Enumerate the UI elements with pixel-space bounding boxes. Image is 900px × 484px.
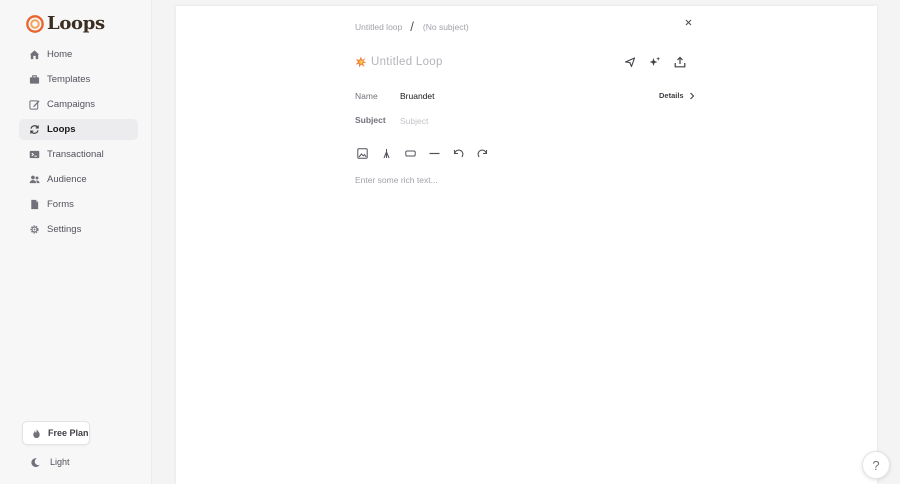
refresh-icon bbox=[28, 124, 40, 136]
collision-emoji-icon bbox=[355, 56, 367, 68]
sidebar-item-label: Transactional bbox=[47, 149, 104, 160]
button-icon bbox=[405, 150, 416, 157]
details-button[interactable]: Details bbox=[659, 91, 695, 100]
subject-label: Subject bbox=[355, 115, 386, 125]
sidebar-item-templates[interactable]: Templates bbox=[19, 69, 138, 90]
export-button[interactable] bbox=[674, 56, 686, 68]
loop-editor-panel: Untitled loop / (No subject) Untitled Lo… bbox=[176, 6, 877, 484]
sidebar-item-home[interactable]: Home bbox=[19, 44, 138, 65]
breadcrumb-separator: / bbox=[410, 19, 414, 34]
sidebar-item-loops[interactable]: Loops bbox=[19, 119, 138, 140]
sparkles-icon bbox=[649, 56, 661, 66]
sidebar: Loops Home Templates Campaigns Loops Tra… bbox=[0, 0, 152, 484]
insert-divider-button[interactable] bbox=[429, 148, 440, 159]
plan-label: Free Plan bbox=[48, 428, 89, 438]
image-icon bbox=[357, 148, 368, 159]
brand-name: Loops bbox=[47, 13, 105, 34]
subject-field[interactable]: Subject bbox=[400, 116, 428, 126]
editor-actions bbox=[624, 56, 686, 68]
name-field[interactable]: Bruandet bbox=[400, 91, 435, 101]
ai-sparkle-button[interactable] bbox=[649, 56, 661, 68]
sidebar-nav: Home Templates Campaigns Loops Transacti… bbox=[19, 44, 138, 244]
sidebar-item-transactional[interactable]: Transactional bbox=[19, 144, 138, 165]
sidebar-item-label: Home bbox=[47, 49, 73, 60]
sidebar-item-settings[interactable]: Settings bbox=[19, 219, 138, 240]
pencil-square-icon bbox=[28, 99, 40, 111]
details-label: Details bbox=[659, 91, 684, 100]
flame-icon bbox=[30, 427, 42, 439]
rich-text-editor[interactable]: Enter some rich text... bbox=[355, 175, 438, 185]
sidebar-item-label: Loops bbox=[47, 124, 76, 135]
briefcase-icon bbox=[28, 74, 40, 86]
close-button[interactable] bbox=[684, 18, 693, 30]
sidebar-item-label: Forms bbox=[47, 199, 74, 210]
loop-title[interactable]: Untitled Loop bbox=[355, 56, 443, 68]
document-icon bbox=[28, 199, 40, 211]
name-label: Name bbox=[355, 91, 378, 101]
gear-icon bbox=[28, 224, 40, 236]
editor-toolbar bbox=[357, 148, 488, 159]
undo-button[interactable] bbox=[453, 148, 464, 159]
send-test-button[interactable] bbox=[624, 56, 636, 68]
chevron-right-icon bbox=[689, 92, 694, 99]
breadcrumb-subject: (No subject) bbox=[422, 21, 469, 32]
home-icon bbox=[28, 49, 40, 61]
insert-component-button[interactable] bbox=[381, 148, 392, 159]
sidebar-item-label: Settings bbox=[47, 224, 82, 235]
redo-button[interactable] bbox=[477, 148, 488, 159]
close-icon bbox=[685, 19, 692, 26]
logo-mark-icon bbox=[26, 14, 44, 33]
moon-icon bbox=[29, 456, 41, 468]
send-icon bbox=[624, 57, 636, 68]
cursor-click-icon bbox=[383, 149, 390, 159]
undo-icon bbox=[453, 149, 464, 158]
loop-title-placeholder: Untitled Loop bbox=[371, 56, 443, 68]
theme-label: Light bbox=[50, 457, 70, 467]
redo-icon bbox=[477, 149, 488, 158]
horizontal-rule-icon bbox=[429, 152, 440, 155]
users-icon bbox=[28, 174, 40, 186]
sidebar-item-label: Templates bbox=[47, 74, 91, 85]
free-plan-button[interactable]: Free Plan bbox=[22, 421, 90, 445]
insert-image-button[interactable] bbox=[357, 148, 368, 159]
sidebar-item-label: Audience bbox=[47, 174, 87, 185]
breadcrumb-loop[interactable]: Untitled loop bbox=[355, 22, 402, 32]
theme-toggle[interactable]: Light bbox=[29, 456, 70, 468]
insert-button-button[interactable] bbox=[405, 148, 416, 159]
sidebar-item-audience[interactable]: Audience bbox=[19, 169, 138, 190]
breadcrumb: Untitled loop / (No subject) bbox=[355, 19, 469, 34]
help-button[interactable]: ? bbox=[862, 451, 890, 479]
sidebar-item-campaigns[interactable]: Campaigns bbox=[19, 94, 138, 115]
sidebar-item-forms[interactable]: Forms bbox=[19, 194, 138, 215]
upload-icon bbox=[674, 56, 686, 68]
logo[interactable]: Loops bbox=[26, 13, 105, 34]
sidebar-item-label: Campaigns bbox=[47, 99, 96, 110]
terminal-icon bbox=[28, 149, 40, 161]
